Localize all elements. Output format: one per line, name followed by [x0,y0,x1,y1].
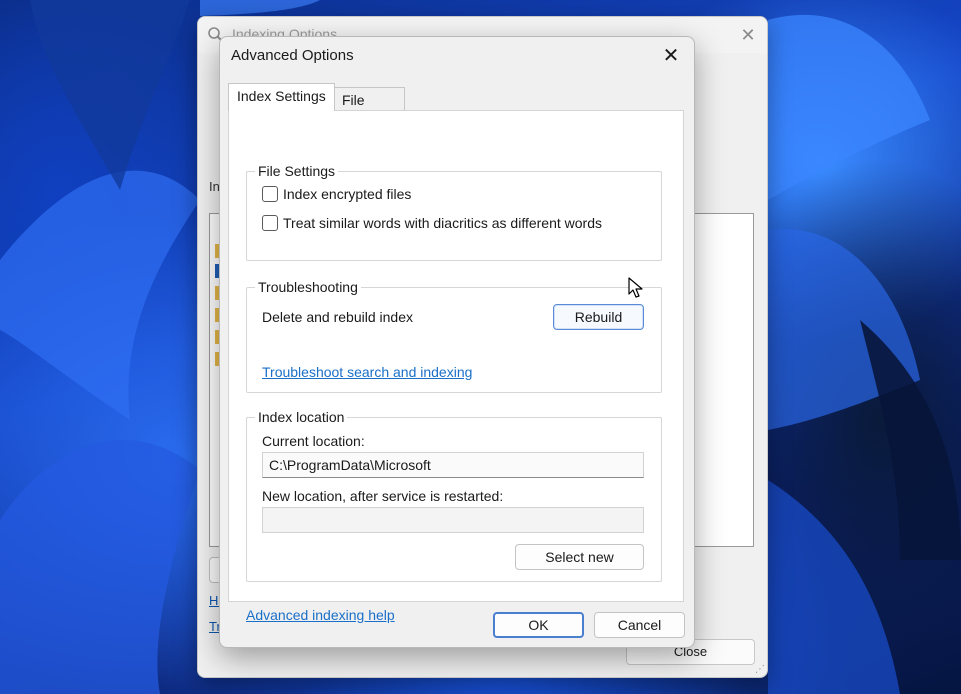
tab-index-settings[interactable]: Index Settings [228,83,335,111]
indexing-options-close-icon[interactable]: ✕ [735,23,761,47]
index-encrypted-checkbox[interactable]: Index encrypted files [262,186,411,202]
index-location-group: Index location Current location: C:\Prog… [246,409,662,582]
troubleshooting-group: Troubleshooting Delete and rebuild index… [246,279,662,393]
checkbox-label: Index encrypted files [283,186,412,202]
new-location-field[interactable] [262,507,644,533]
resize-grip-icon[interactable]: ⋰ [755,664,765,675]
index-settings-panel: File Settings Index encrypted files Trea… [228,110,684,623]
checkbox-label: Treat similar words with diacritics as d… [283,215,602,231]
current-location-label: Current location: [262,433,365,449]
advanced-options-dialog: Advanced Options ✕ Index Settings File T… [219,36,695,648]
close-icon[interactable]: ✕ [656,43,686,69]
select-new-button[interactable]: Select new [515,544,644,570]
new-location-label: New location, after service is restarted… [262,488,504,504]
checkbox-box[interactable] [262,186,278,202]
checkbox-box[interactable] [262,215,278,231]
file-settings-title: File Settings [255,163,339,179]
rebuild-button[interactable]: Rebuild [553,304,644,330]
troubleshoot-search-link[interactable]: Troubleshoot search and indexing [262,364,472,380]
file-settings-group: File Settings Index encrypted files Trea… [246,163,662,261]
dialog-title: Advanced Options [231,47,354,64]
troubleshooting-title: Troubleshooting [255,279,361,295]
cancel-button[interactable]: Cancel [594,612,685,638]
index-location-title: Index location [255,409,348,425]
rebuild-description: Delete and rebuild index [262,309,413,325]
diacritics-checkbox[interactable]: Treat similar words with diacritics as d… [262,215,602,231]
current-location-field[interactable]: C:\ProgramData\Microsoft [262,452,644,478]
ok-button[interactable]: OK [493,612,584,638]
advanced-indexing-help-link[interactable]: Advanced indexing help [246,607,395,623]
mouse-pointer-icon [628,277,643,298]
